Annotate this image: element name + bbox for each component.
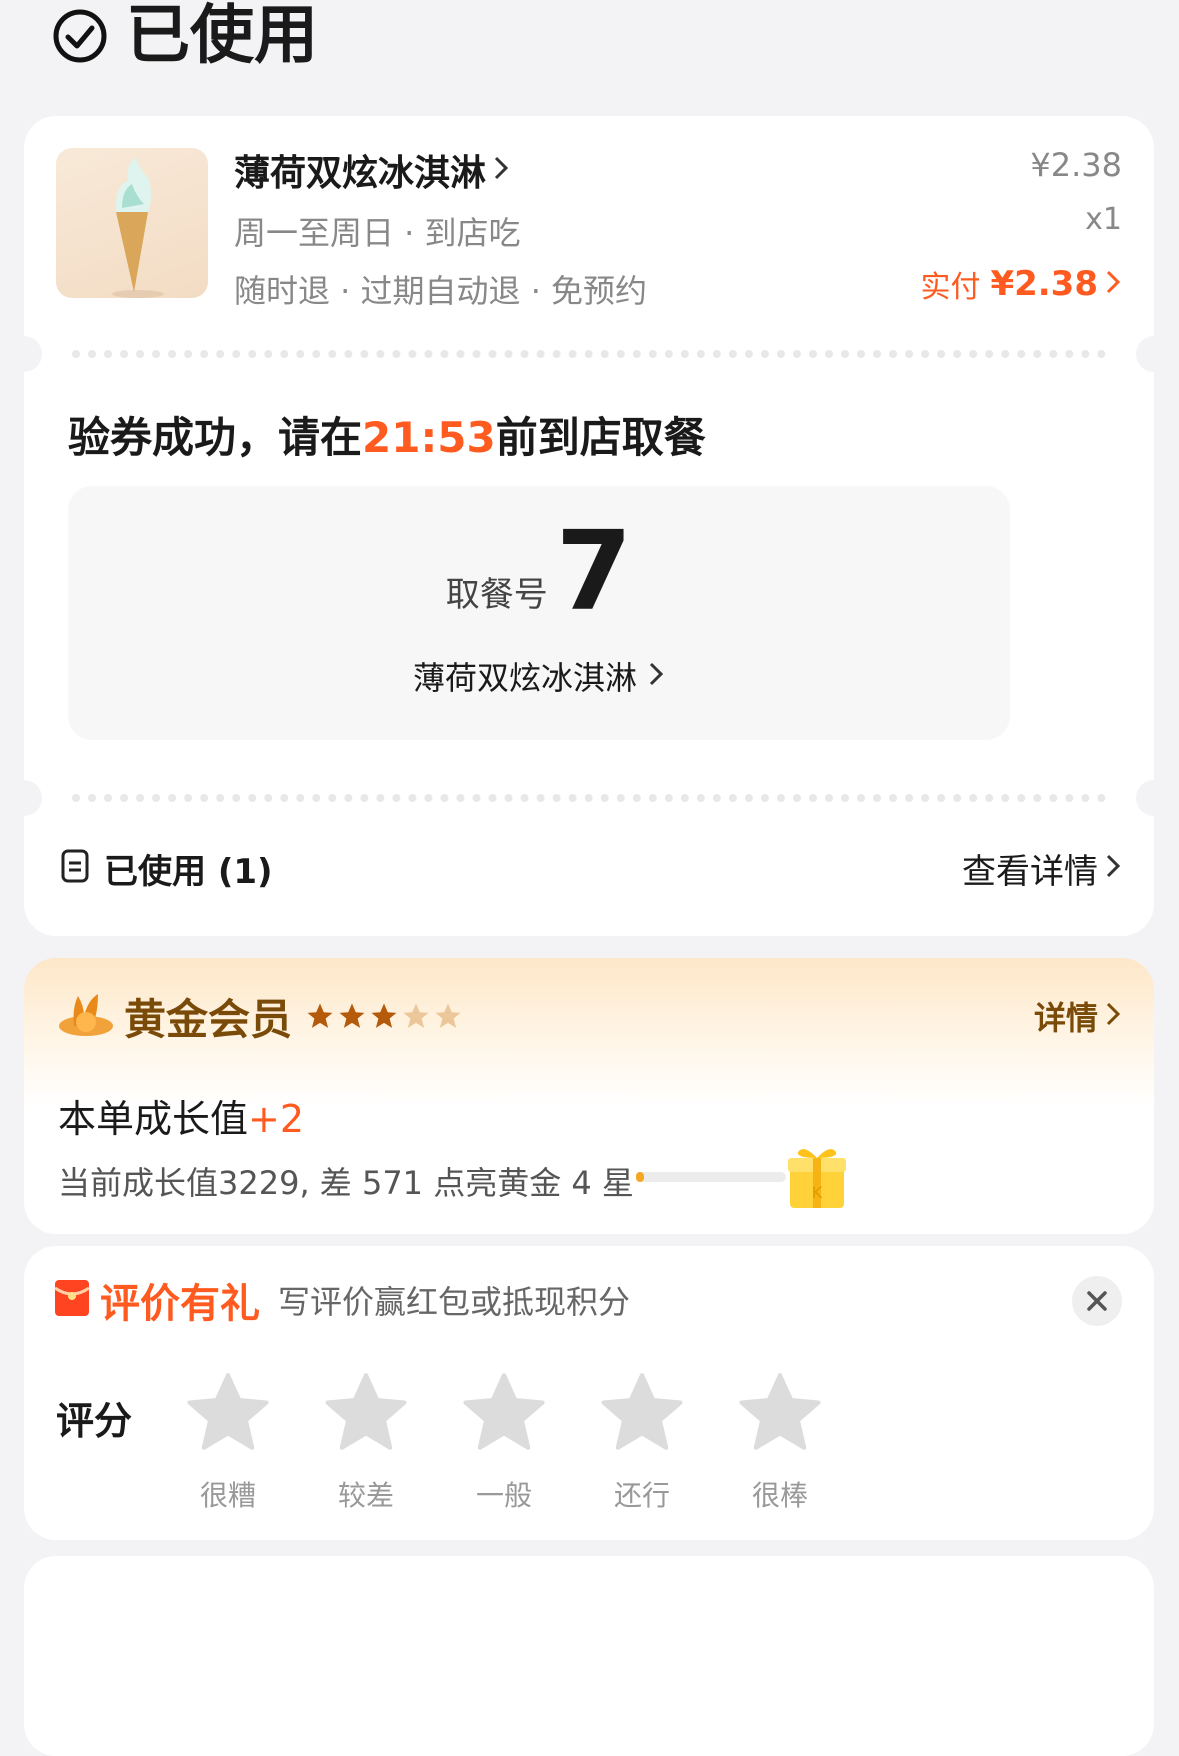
star-outline-icon xyxy=(325,1373,407,1450)
document-icon xyxy=(60,848,90,888)
rating-option-1[interactable]: 很糟 xyxy=(178,1370,278,1514)
status-header: 已使用 xyxy=(52,0,318,72)
product-thumbnail[interactable] xyxy=(56,148,208,298)
chevron-right-icon xyxy=(1104,268,1122,300)
star-filled-icon xyxy=(307,1003,333,1028)
rating-option-label: 较差 xyxy=(337,1479,394,1512)
ticket-notch xyxy=(1136,780,1154,816)
rating-option-2[interactable]: 较差 xyxy=(316,1370,416,1514)
check-circle-icon xyxy=(52,8,108,64)
growth-prefix: 本单成长值 xyxy=(58,1097,249,1141)
rating-option-label: 还行 xyxy=(613,1479,670,1512)
product-name-link[interactable]: 薄荷双炫冰淇淋 xyxy=(234,146,510,194)
member-rabbit-icon xyxy=(56,986,116,1046)
star-outline-icon xyxy=(739,1373,821,1450)
review-header: 评价有礼 写评价赢红包或抵现积分 xyxy=(54,1274,631,1327)
dotted-divider xyxy=(72,794,1106,802)
rating-option-3[interactable]: 一般 xyxy=(454,1370,554,1514)
star-empty-icon xyxy=(403,1003,429,1028)
paid-label: 实付 xyxy=(920,270,981,305)
verify-prefix: 验券成功，请在 xyxy=(68,413,363,462)
growth-value: +2 xyxy=(248,1097,305,1141)
rating-option-label: 很棒 xyxy=(751,1479,808,1512)
close-button[interactable] xyxy=(1072,1276,1122,1326)
paid-amount: ¥2.38 xyxy=(990,264,1098,304)
close-icon xyxy=(1087,1291,1107,1311)
svg-text:K: K xyxy=(812,1183,823,1202)
verify-message: 验券成功，请在21:53前到店取餐 xyxy=(68,404,706,465)
chevron-right-icon xyxy=(492,154,510,186)
used-vouchers-row: 已使用 (1) xyxy=(60,842,273,894)
view-details-link[interactable]: 查看详情 xyxy=(962,842,1122,894)
ticket-notch xyxy=(24,336,42,372)
star-filled-icon xyxy=(339,1003,365,1028)
progress-text: 当前成长值3229, 差 571 点亮黄金 4 星 xyxy=(58,1164,634,1202)
rating-option-label: 很糟 xyxy=(199,1479,256,1512)
star-empty-icon xyxy=(435,1003,461,1028)
review-title: 评价有礼 xyxy=(100,1281,260,1327)
view-details-label: 查看详情 xyxy=(962,851,1098,892)
chevron-right-icon xyxy=(647,660,665,692)
member-card: 黄金会员 详情 本单成长值+2 当前成长值3229, 差 571 点亮黄金 4 … xyxy=(24,958,1154,1234)
order-card: 薄荷双炫冰淇淋 周一至周日 · 到店吃 随时退 · 过期自动退 · 免预约 ¥2… xyxy=(24,116,1154,936)
member-details-label: 详情 xyxy=(1033,999,1098,1037)
product-name: 薄荷双炫冰淇淋 xyxy=(234,153,487,194)
product-quantity: x1 xyxy=(1085,202,1122,237)
paid-amount-link[interactable]: 实付 ¥2.38 xyxy=(920,262,1122,306)
star-outline-icon xyxy=(463,1373,545,1450)
progress-bar-fill xyxy=(636,1172,644,1182)
star-outline-icon xyxy=(601,1373,683,1450)
next-card-edge xyxy=(24,1556,1154,1756)
member-stars xyxy=(304,1001,464,1031)
review-card: 评价有礼 写评价赢红包或抵现积分 评分 很糟 较差 一般 还行 很棒 xyxy=(24,1246,1154,1540)
chevron-right-icon xyxy=(1104,1000,1122,1032)
member-level: 黄金会员 xyxy=(124,994,293,1044)
used-label: 已使用 (1) xyxy=(104,851,273,892)
verify-suffix: 前到店取餐 xyxy=(495,413,706,462)
growth-line: 本单成长值+2 xyxy=(58,1088,304,1143)
product-price: ¥2.38 xyxy=(1030,146,1122,184)
review-subtitle: 写评价赢红包或抵现积分 xyxy=(278,1283,631,1321)
product-tags-2: 随时退 · 过期自动退 · 免预约 xyxy=(234,272,648,310)
member-header: 黄金会员 xyxy=(56,988,464,1044)
member-details-link[interactable]: 详情 xyxy=(1034,992,1122,1040)
star-filled-icon xyxy=(371,1003,397,1028)
pickup-item: 薄荷双炫冰淇淋 xyxy=(412,659,637,697)
pickup-number-row: 取餐号 7 xyxy=(68,516,1010,626)
status-title: 已使用 xyxy=(126,0,318,73)
dotted-divider xyxy=(72,350,1106,358)
progress-bar xyxy=(636,1172,786,1182)
pickup-number: 7 xyxy=(555,507,633,635)
star-outline-icon xyxy=(187,1373,269,1450)
verify-time: 21:53 xyxy=(362,413,496,462)
chevron-right-icon xyxy=(1104,852,1122,884)
pickup-label: 取餐号 xyxy=(445,575,548,615)
red-envelope-icon xyxy=(54,1278,90,1322)
pickup-box: 取餐号 7 薄荷双炫冰淇淋 xyxy=(68,486,1010,740)
ice-cream-image xyxy=(112,158,164,298)
rating-label: 评分 xyxy=(56,1399,133,1443)
ticket-notch xyxy=(24,780,42,816)
rating-option-label: 一般 xyxy=(475,1479,532,1512)
product-tags-1: 周一至周日 · 到店吃 xyxy=(234,214,521,252)
pickup-item-link[interactable]: 薄荷双炫冰淇淋 xyxy=(68,652,1010,700)
gift-box-icon[interactable]: K xyxy=(786,1144,848,1214)
rating-option-4[interactable]: 还行 xyxy=(592,1370,692,1514)
ticket-notch xyxy=(1136,336,1154,372)
rating-option-5[interactable]: 很棒 xyxy=(730,1370,830,1514)
